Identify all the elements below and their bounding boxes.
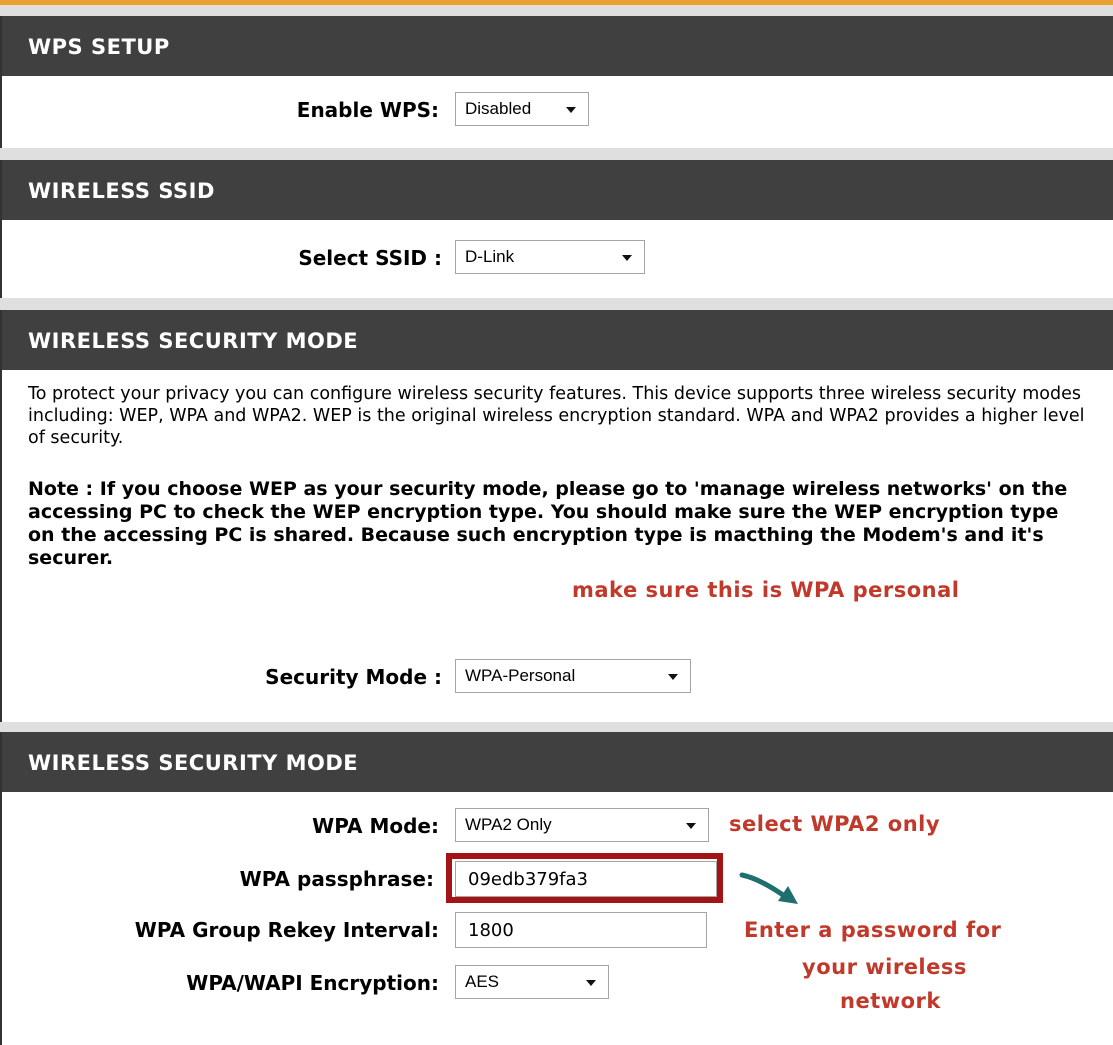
select-ssid-value: D-Link <box>465 247 515 266</box>
section-header: WIRELESS SSID <box>2 160 1113 220</box>
passphrase-label: WPA passphrase: <box>239 867 434 891</box>
security-mode-row: Security Mode : WPA-Personal <box>2 657 1113 697</box>
passphrase-annotation-line3: network <box>840 989 941 1013</box>
wpa-mode-label: WPA Mode: <box>312 814 439 838</box>
chevron-down-icon <box>686 823 696 829</box>
wpa-mode-row: WPA Mode: WPA2 Only <box>2 806 1113 846</box>
section-header: WPS SETUP <box>2 16 1113 76</box>
security-mode-section: WIRELESS SECURITY MODE To protect your p… <box>0 310 1113 722</box>
rekey-input[interactable]: 1800 <box>455 912 707 948</box>
security-mode-annotation: make sure this is WPA personal <box>572 578 960 602</box>
select-ssid-row: Select SSID : D-Link <box>2 238 1113 278</box>
chevron-down-icon <box>622 255 632 261</box>
wpa-mode-select[interactable]: WPA2 Only <box>455 808 709 842</box>
encryption-label: WPA/WAPI Encryption: <box>186 971 439 995</box>
security-description: To protect your privacy you can configur… <box>28 384 1085 448</box>
arrow-icon <box>739 872 798 904</box>
enable-wps-select[interactable]: Disabled <box>455 92 589 126</box>
wpa-mode-annotation: select WPA2 only <box>729 812 941 836</box>
chevron-down-icon <box>586 980 596 986</box>
select-ssid-select[interactable]: D-Link <box>455 240 645 274</box>
enable-wps-row: Enable WPS: Disabled <box>2 90 1113 130</box>
chevron-down-icon <box>668 674 678 680</box>
passphrase-annotation-line2: your wireless <box>802 955 967 979</box>
passphrase-highlight-box <box>446 853 723 903</box>
encryption-select[interactable]: AES <box>455 965 609 999</box>
encryption-value: AES <box>465 972 500 991</box>
rekey-label: WPA Group Rekey Interval: <box>134 918 439 942</box>
wpa-mode-value: WPA2 Only <box>465 815 552 834</box>
security-mode-select[interactable]: WPA-Personal <box>455 659 691 693</box>
section-header: WIRELESS SECURITY MODE <box>2 732 1113 792</box>
select-ssid-label: Select SSID : <box>298 246 442 270</box>
section-header: WIRELESS SECURITY MODE <box>2 310 1113 370</box>
enable-wps-value: Disabled <box>465 99 532 118</box>
passphrase-annotation-line1: Enter a password for <box>744 918 1002 942</box>
chevron-down-icon <box>566 107 576 113</box>
security-note: Note : If you choose WEP as your securit… <box>28 478 1068 569</box>
security-mode-value: WPA-Personal <box>465 666 576 685</box>
wps-setup-section: WPS SETUP Enable WPS: Disabled <box>0 16 1113 148</box>
security-mode-label: Security Mode : <box>265 665 442 689</box>
enable-wps-label: Enable WPS: <box>296 98 439 122</box>
wireless-ssid-section: WIRELESS SSID Select SSID : D-Link <box>0 160 1113 298</box>
rekey-value: 1800 <box>468 920 514 941</box>
top-accent-line <box>0 0 1113 5</box>
wpa-settings-section: WIRELESS SECURITY MODE WPA Mode: WPA2 On… <box>0 732 1113 1045</box>
